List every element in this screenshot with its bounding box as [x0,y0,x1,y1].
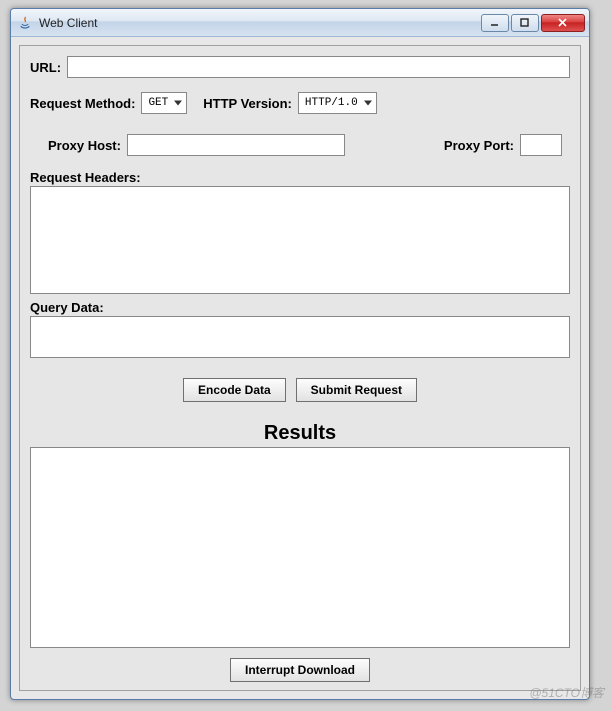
query-data-label: Query Data: [30,300,570,315]
request-method-label: Request Method: [30,96,135,111]
minimize-button[interactable] [481,14,509,32]
url-label: URL: [30,60,61,75]
url-input[interactable] [67,56,570,78]
titlebar[interactable]: Web Client [11,9,589,37]
query-data-textarea[interactable] [30,316,570,358]
proxy-port-input[interactable] [520,134,562,156]
results-textarea[interactable] [30,447,570,648]
http-version-select[interactable]: HTTP/1.0 [298,92,377,114]
proxy-port-label: Proxy Port: [444,138,514,153]
encode-data-button[interactable]: Encode Data [183,378,286,402]
interrupt-download-button[interactable]: Interrupt Download [230,658,370,682]
proxy-host-input[interactable] [127,134,345,156]
request-headers-textarea[interactable] [30,186,570,294]
chevron-down-icon [174,101,182,106]
http-version-value: HTTP/1.0 [305,97,358,109]
proxy-host-label: Proxy Host: [48,138,121,153]
close-button[interactable] [541,14,585,32]
results-heading: Results [30,422,570,445]
request-method-select[interactable]: GET [141,92,187,114]
java-icon [17,15,33,31]
chevron-down-icon [364,101,372,106]
app-window: Web Client URL: Request Method: GET [10,8,590,700]
request-headers-label: Request Headers: [30,170,570,185]
main-panel: URL: Request Method: GET HTTP Version: H… [19,45,581,691]
submit-request-button[interactable]: Submit Request [296,378,417,402]
http-version-label: HTTP Version: [203,96,292,111]
request-method-value: GET [148,97,168,109]
maximize-button[interactable] [511,14,539,32]
window-title: Web Client [37,16,479,30]
